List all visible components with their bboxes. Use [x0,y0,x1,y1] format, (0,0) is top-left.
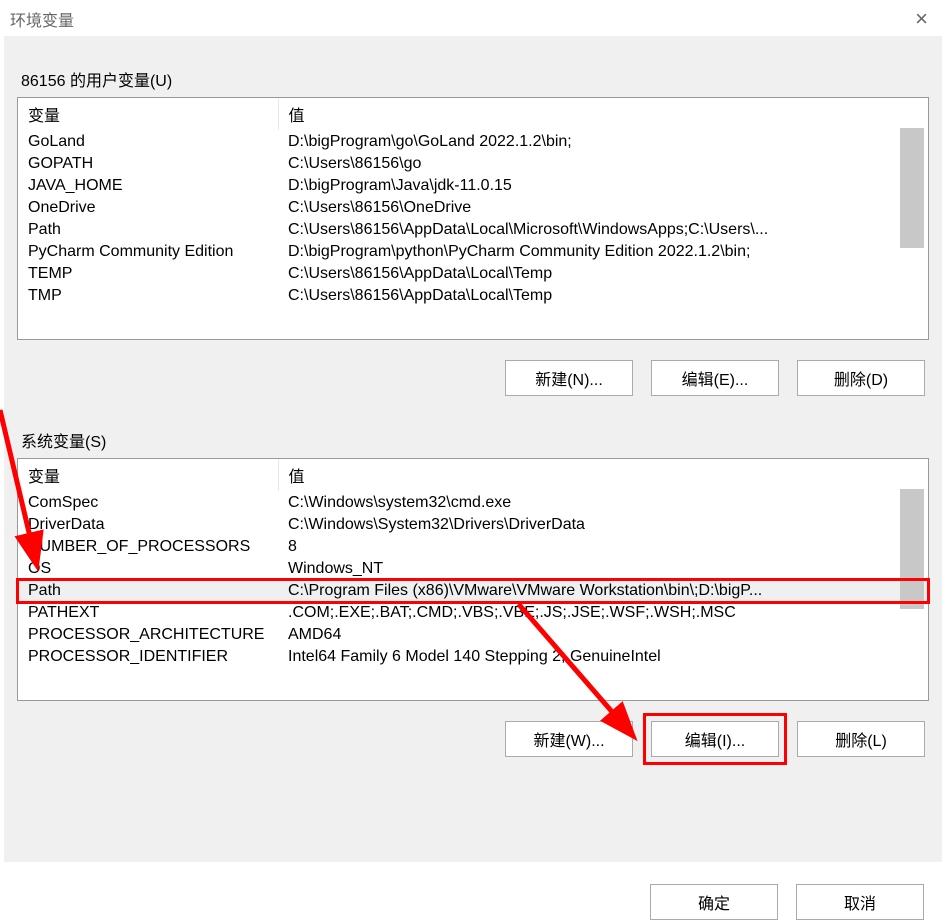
sys-col-variable[interactable]: 变量 [18,459,278,492]
var-name-cell: GoLand [18,131,278,154]
table-row[interactable]: JAVA_HOMED:\bigProgram\Java\jdk-11.0.15 [18,175,928,197]
cancel-button[interactable]: 取消 [796,884,924,920]
var-value-cell: C:\Windows\System32\Drivers\DriverData [278,514,928,536]
table-row[interactable]: OSWindows_NT [18,558,928,580]
table-row[interactable]: NUMBER_OF_PROCESSORS8 [18,536,928,558]
sys-vars-buttons: 新建(W)... 编辑(I)... 删除(L) [21,721,925,757]
table-row[interactable]: GOPATHC:\Users\86156\go [18,153,928,175]
var-name-cell: Path [18,580,278,602]
sys-edit-button[interactable]: 编辑(I)... [651,721,779,757]
var-value-cell: D:\bigProgram\python\PyCharm Community E… [278,241,928,263]
table-row[interactable]: PATHEXT.COM;.EXE;.BAT;.CMD;.VBS;.VBE;.JS… [18,602,928,624]
var-name-cell: PROCESSOR_ARCHITECTURE [18,624,278,646]
sys-delete-button[interactable]: 删除(L) [797,721,925,757]
var-value-cell: Windows_NT [278,558,928,580]
dialog-title: 环境变量 [10,7,74,31]
table-row[interactable]: GoLandD:\bigProgram\go\GoLand 2022.1.2\b… [18,131,928,154]
var-value-cell: C:\Program Files (x86)\VMware\VMware Wor… [278,580,928,602]
var-value-cell: C:\Users\86156\AppData\Local\Temp [278,263,928,285]
table-row[interactable]: PROCESSOR_ARCHITECTUREAMD64 [18,624,928,646]
var-value-cell: C:\Users\86156\AppData\Local\Temp [278,285,928,307]
user-col-value[interactable]: 值 [278,98,928,131]
user-edit-button[interactable]: 编辑(E)... [651,360,779,396]
scrollbar[interactable] [900,128,924,248]
var-value-cell: AMD64 [278,624,928,646]
user-new-button[interactable]: 新建(N)... [505,360,633,396]
table-row[interactable]: PathC:\Program Files (x86)\VMware\VMware… [18,580,928,602]
titlebar: 环境变量 × [0,0,946,32]
table-row[interactable]: PathC:\Users\86156\AppData\Local\Microso… [18,219,928,241]
sys-col-value[interactable]: 值 [278,459,928,492]
scrollbar[interactable] [900,489,924,609]
var-value-cell: C:\Users\86156\AppData\Local\Microsoft\W… [278,219,928,241]
var-name-cell: Path [18,219,278,241]
table-row[interactable]: OneDriveC:\Users\86156\OneDrive [18,197,928,219]
var-name-cell: TMP [18,285,278,307]
var-value-cell: C:\Users\86156\OneDrive [278,197,928,219]
user-vars-label: 86156 的用户变量(U) [21,67,929,91]
user-col-variable[interactable]: 变量 [18,98,278,131]
var-name-cell: PyCharm Community Edition [18,241,278,263]
var-value-cell: D:\bigProgram\Java\jdk-11.0.15 [278,175,928,197]
var-value-cell: C:\Windows\system32\cmd.exe [278,492,928,515]
sys-vars-label: 系统变量(S) [21,428,929,452]
sys-vars-table[interactable]: 变量 值 ComSpecC:\Windows\system32\cmd.exeD… [17,458,929,701]
var-name-cell: GOPATH [18,153,278,175]
var-name-cell: TEMP [18,263,278,285]
var-name-cell: OneDrive [18,197,278,219]
dialog-body: 86156 的用户变量(U) 变量 值 GoLandD:\bigProgram\… [4,36,942,862]
var-name-cell: OS [18,558,278,580]
var-value-cell: Intel64 Family 6 Model 140 Stepping 2, G… [278,646,928,668]
var-name-cell: JAVA_HOME [18,175,278,197]
var-value-cell: 8 [278,536,928,558]
table-row[interactable]: PyCharm Community EditionD:\bigProgram\p… [18,241,928,263]
env-vars-dialog: 环境变量 × 86156 的用户变量(U) 变量 值 GoLandD:\bigP… [0,0,946,909]
user-delete-button[interactable]: 删除(D) [797,360,925,396]
ok-button[interactable]: 确定 [650,884,778,920]
var-name-cell: DriverData [18,514,278,536]
var-name-cell: ComSpec [18,492,278,515]
table-row[interactable]: TEMPC:\Users\86156\AppData\Local\Temp [18,263,928,285]
var-name-cell: PATHEXT [18,602,278,624]
var-value-cell: D:\bigProgram\go\GoLand 2022.1.2\bin; [278,131,928,154]
dialog-footer: 确定 取消 [0,866,946,920]
sys-new-button[interactable]: 新建(W)... [505,721,633,757]
table-row[interactable]: TMPC:\Users\86156\AppData\Local\Temp [18,285,928,307]
var-name-cell: NUMBER_OF_PROCESSORS [18,536,278,558]
var-name-cell: PROCESSOR_IDENTIFIER [18,646,278,668]
table-row[interactable]: DriverDataC:\Windows\System32\Drivers\Dr… [18,514,928,536]
user-vars-table[interactable]: 变量 值 GoLandD:\bigProgram\go\GoLand 2022.… [17,97,929,340]
table-row[interactable]: ComSpecC:\Windows\system32\cmd.exe [18,492,928,515]
close-icon[interactable]: × [907,6,936,32]
var-value-cell: .COM;.EXE;.BAT;.CMD;.VBS;.VBE;.JS;.JSE;.… [278,602,928,624]
table-row[interactable]: PROCESSOR_IDENTIFIERIntel64 Family 6 Mod… [18,646,928,668]
user-vars-buttons: 新建(N)... 编辑(E)... 删除(D) [21,360,925,396]
var-value-cell: C:\Users\86156\go [278,153,928,175]
